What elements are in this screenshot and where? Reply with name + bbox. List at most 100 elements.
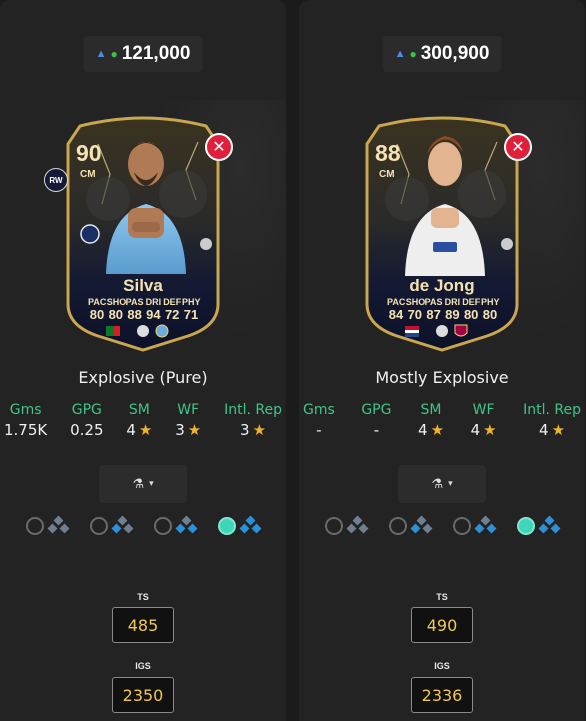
chem-option-3[interactable] [218,515,262,535]
player-panel-right: ▲ ● 300,900 88 CM de Jong PAC SHO PAS DR… [299,0,585,721]
chem-option-0[interactable] [325,515,369,535]
chemistry-style-dropdown[interactable]: ⚗ ▾ [398,465,486,503]
radio-circle [389,517,407,535]
chem-option-3[interactable] [517,515,561,535]
star-icon: ★ [187,421,202,439]
stat-label: Intl. Rep [523,402,581,418]
stat-label: PAS [125,297,144,307]
chem-option-1[interactable] [389,515,433,535]
chem-option-2[interactable] [453,515,497,535]
stat-weak-foot: WF 4 ★ [471,402,497,439]
chemistry-style-dropdown[interactable]: ⚗ ▾ [99,465,187,503]
star-icon: ★ [551,421,566,439]
stat-value: 80 [108,307,124,322]
stat-value: 4 [470,421,481,439]
player-panel-left: ▲ ● 121,000 90 CM Silva PAC SHO PAS DRI … [0,0,286,721]
player-stats-row: Gms - GPG - SM 4 ★ WF 4 ★ Intl. Rep 4 ★ [299,402,585,439]
caret-down-icon: ▾ [149,479,154,489]
chemistry-level-options [26,515,262,535]
stat-weak-foot: WF 3 ★ [175,402,201,439]
stat-value: 87 [426,307,441,322]
stat-label: WF [472,402,495,418]
stat-label: PAC [88,297,107,307]
player-card[interactable]: 88 CM de Jong PAC SHO PAS DRI DEF PHY 84… [357,104,527,354]
radio-circle [325,517,343,535]
igs-value-box: 2336 [411,677,473,713]
chem-option-2[interactable] [154,515,198,535]
xbox-icon: ● [409,47,417,61]
stat-skill-moves: SM 4 ★ [126,402,152,439]
stat-label: WF [177,402,200,418]
stat-value: 4 [539,421,549,439]
card-player-name: Silva [123,276,163,295]
stat-value: 88 [127,307,142,322]
igs-value-box: 2350 [112,677,174,713]
stat-label: PAC [387,297,406,307]
star-icon: ★ [483,421,497,439]
chem-diamonds-icon [111,515,134,535]
stat-gpg: GPG 0.25 [70,402,103,439]
card-stat-values: 84 70 87 89 80 80 [387,307,499,322]
stat-label: DEF [462,297,481,307]
stat-value: 71 [183,307,199,322]
chem-diamonds-icon [47,515,70,535]
price-box: ▲ ● 300,900 [382,36,502,72]
remove-player-button[interactable]: ✕ [205,133,233,161]
star-icon: ★ [252,421,267,439]
player-card[interactable]: 90 CM Silva PAC SHO PAS DRI DEF PHY 80 8… [58,104,228,354]
stat-label: SHO [106,297,127,307]
playstation-icon: ▲ [95,48,107,60]
stat-label: Gms [9,402,42,418]
stat-value: 1.75K [4,421,48,439]
stat-intl-rep: Intl. Rep 4 ★ [523,402,581,439]
stat-intl-rep: Intl. Rep 3 ★ [224,402,282,439]
stat-games: Gms - [303,402,335,439]
stat-value: 80 [482,307,498,322]
chem-diamonds-icon [410,515,433,535]
chem-option-0[interactable] [26,515,70,535]
chem-diamonds-icon [175,515,198,535]
stat-games: Gms 1.75K [4,402,47,439]
stat-value: 84 [388,307,404,322]
stat-value: 4 [126,421,136,439]
stat-gpg: GPG - [361,402,391,439]
price-value: 121,000 [121,43,191,64]
remove-player-button[interactable]: ✕ [504,133,532,161]
player-stats-row: Gms 1.75K GPG 0.25 SM 4 ★ WF 3 ★ Intl. Rep… [0,402,286,439]
stat-label: DEF [163,297,182,307]
card-stat-labels: PAC SHO PAS DRI DEF PHY [88,297,201,307]
stat-value: 70 [407,307,423,322]
card-stat-labels: PAC SHO PAS DRI DEF PHY [387,297,500,307]
stat-label: SHO [405,297,426,307]
stat-value: 94 [146,307,161,322]
card-position: CM [379,169,395,180]
playstyle-label: Mostly Explosive [375,368,509,387]
stat-value: 3 [175,421,185,439]
card-rating: 90 [76,140,102,166]
ts-value-box: 490 [411,607,473,643]
stat-label: SM [420,402,442,418]
radio-circle [453,517,471,535]
chem-diamonds-icon [346,515,369,535]
stat-value: 3 [240,421,250,439]
chem-diamonds-icon [474,515,497,535]
stat-label: PHY [480,297,500,307]
stat-label: SM [128,402,150,418]
radio-circle-selected [517,517,535,535]
radio-circle [90,517,108,535]
stat-label: Gms [303,402,335,418]
ts-value-box: 485 [112,607,174,643]
stat-value: 0.25 [70,421,104,439]
stat-label: PAS [424,297,443,307]
chem-option-1[interactable] [90,515,134,535]
stat-label: Intl. Rep [224,402,282,418]
stat-skill-moves: SM 4 ★ [418,402,444,439]
stat-value: 80 [89,307,105,322]
close-icon: ✕ [511,137,525,156]
xbox-icon: ● [110,47,118,61]
stat-label: DRI [145,297,162,307]
caret-down-icon: ▾ [448,479,453,489]
card-rating: 88 [375,140,401,166]
playstyle-label: Explosive (Pure) [78,368,208,387]
price-box: ▲ ● 121,000 [83,36,203,72]
